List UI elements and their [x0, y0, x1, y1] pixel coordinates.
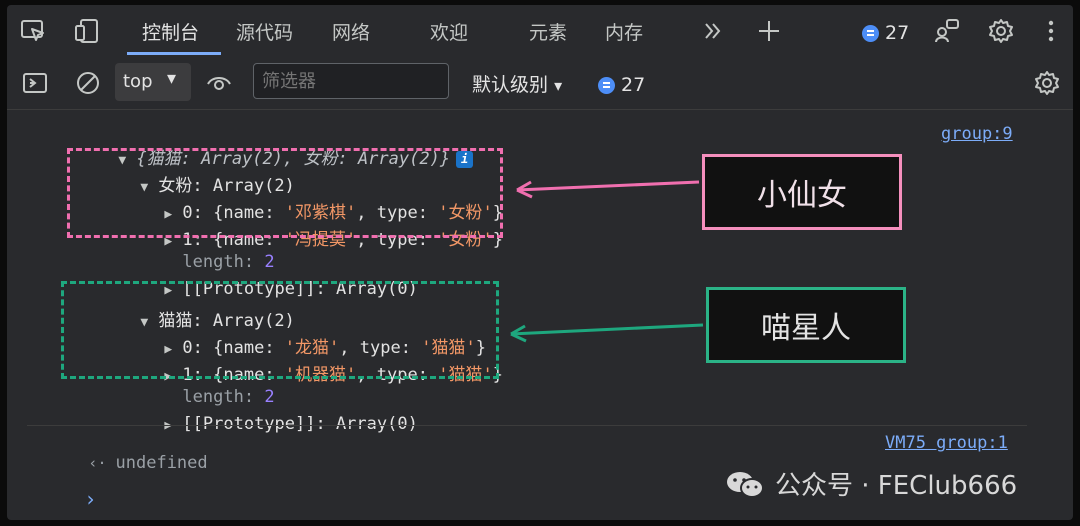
dropdown-caret-icon: ▾ — [167, 68, 177, 89]
add-tab-plus-icon[interactable] — [755, 17, 783, 45]
console-toolbar: top ▾ 默认级别 ▾ 27 — [7, 57, 1073, 110]
clear-console-icon[interactable] — [74, 69, 102, 97]
more-tabs-chevron-icon[interactable] — [699, 17, 727, 45]
green-highlight-box — [61, 281, 499, 379]
console-divider — [27, 425, 1027, 426]
active-tab-indicator — [127, 52, 221, 55]
pink-arrow — [516, 180, 700, 192]
device-toolbar-icon[interactable] — [73, 17, 101, 45]
log-level-label: 默认级别 — [472, 74, 549, 96]
issues-count: 27 — [885, 22, 910, 44]
pink-callout: 小仙女 — [702, 154, 902, 230]
context-value: top — [123, 71, 153, 92]
show-sidebar-icon[interactable] — [21, 69, 49, 97]
source-link-vm75[interactable]: VM75 group:1 — [885, 433, 1008, 453]
watermark: 公众号 · FEClub666 — [725, 465, 1017, 502]
context-selector[interactable]: top ▾ — [115, 63, 191, 101]
log-level-dropdown[interactable]: 默认级别 ▾ — [472, 70, 562, 97]
filter-input[interactable] — [253, 63, 449, 99]
prototype-label: [[Prototype]]: Array(0) — [182, 414, 418, 434]
message-icon — [598, 76, 615, 94]
toolbar-issues-count: 27 — [621, 74, 646, 96]
more-options-kebab-icon[interactable] — [1037, 17, 1065, 45]
result-value: undefined — [115, 453, 208, 473]
tab-network[interactable]: 网络 — [332, 18, 370, 45]
tab-memory[interactable]: 内存 — [605, 18, 643, 45]
devtools-tab-bar: 控制台 源代码 网络 欢迎 元素 内存 27 — [7, 5, 1073, 57]
pink-highlight-box — [67, 148, 503, 238]
tab-welcome[interactable]: 欢迎 — [430, 18, 468, 45]
watermark-text: 公众号 · FEClub666 — [775, 471, 1018, 501]
console-prompt[interactable]: › — [23, 467, 96, 520]
settings-gear-icon[interactable] — [987, 17, 1015, 45]
tab-console[interactable]: 控制台 — [142, 18, 199, 45]
devtools-window: 控制台 源代码 网络 欢迎 元素 内存 27 top ▾ 筛选器 默认级别 ▾ … — [7, 5, 1073, 520]
feedback-icon[interactable] — [933, 17, 961, 45]
source-link-group9[interactable]: group:9 — [941, 124, 1013, 144]
live-expression-eye-icon[interactable] — [205, 69, 233, 97]
dropdown-caret-icon: ▾ — [554, 76, 563, 95]
toolbar-issues-badge[interactable]: 27 — [598, 74, 645, 96]
console-settings-gear-icon[interactable] — [1033, 69, 1061, 97]
green-arrow — [510, 323, 704, 336]
tab-sources[interactable]: 源代码 — [236, 18, 293, 45]
prompt-chevron-icon: › — [84, 487, 97, 511]
green-callout: 喵星人 — [706, 287, 906, 363]
tab-elements[interactable]: 元素 — [529, 18, 567, 45]
inspect-element-icon[interactable] — [19, 17, 47, 45]
issues-badge[interactable]: 27 — [862, 22, 909, 44]
wechat-logo-icon — [727, 471, 764, 498]
message-icon — [862, 24, 879, 42]
